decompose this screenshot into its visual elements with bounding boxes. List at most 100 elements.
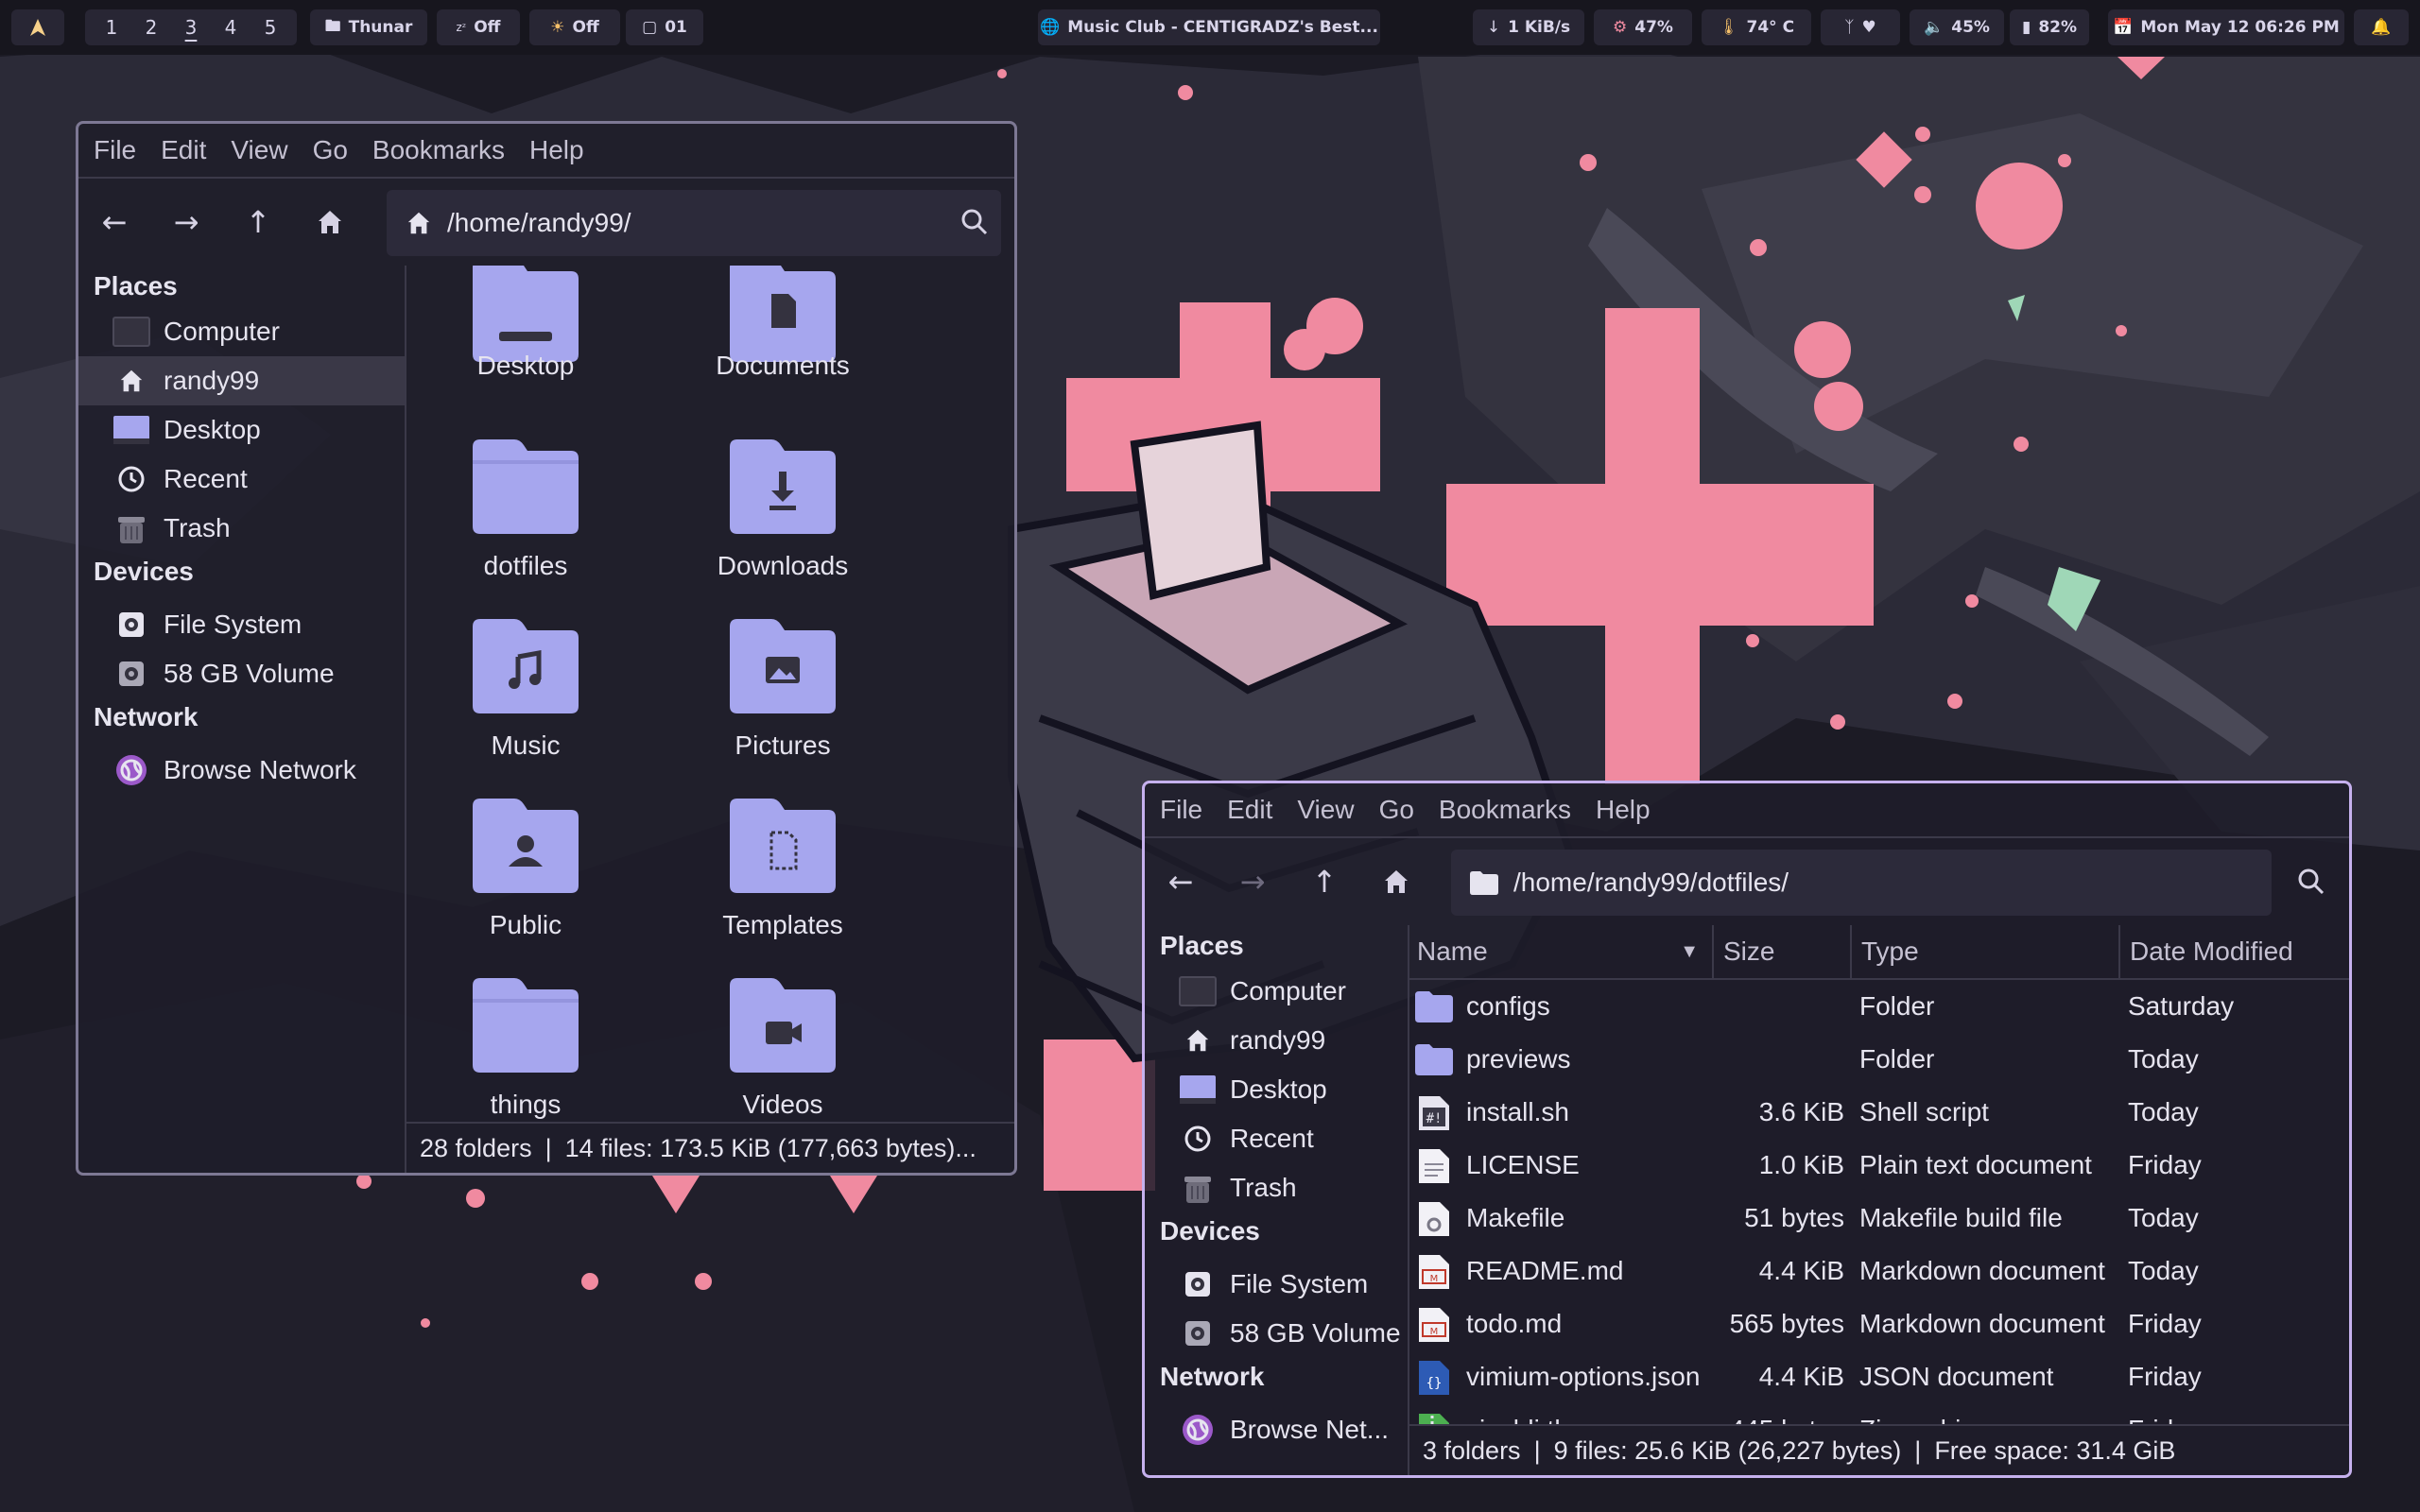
location-bar[interactable]: /home/randy99/: [387, 190, 1001, 256]
notifications-button[interactable]: 🔔: [2354, 9, 2409, 45]
battery[interactable]: ▮ 82%: [2010, 9, 2089, 45]
folder-item-things[interactable]: things: [405, 974, 654, 1122]
sidebar-item-randy99[interactable]: randy99: [1145, 1016, 1408, 1065]
arrow-left-icon: ←: [1167, 864, 1194, 900]
folder-pictures-icon: [730, 619, 836, 713]
table-row[interactable]: Mtodo.md 565 bytes Markdown document Fri…: [1408, 1297, 2349, 1350]
sidebar-item-recent[interactable]: Recent: [78, 455, 405, 504]
menu-help[interactable]: Help: [1596, 795, 1651, 825]
menu-go[interactable]: Go: [1379, 795, 1414, 825]
menu-bookmarks[interactable]: Bookmarks: [1439, 795, 1571, 825]
bluetooth-icon: ᛉ: [1844, 18, 1855, 37]
sidebar: Places Computer randy99 Desktop Recent T…: [1145, 925, 1409, 1475]
table-row[interactable]: vivaldi.theme 445 bytes Zip archive Frid…: [1408, 1403, 2349, 1424]
sidebar-item-58gb-volume[interactable]: 58 GB Volume: [1145, 1309, 1408, 1358]
counter-pill[interactable]: ▢ 01: [626, 9, 703, 45]
idle-inhibitor[interactable]: zᶻ Off: [437, 9, 520, 45]
sidebar-item-desktop[interactable]: Desktop: [78, 405, 405, 455]
row-date: Friday: [2128, 1362, 2202, 1391]
workspace-4[interactable]: 4: [211, 16, 251, 39]
sidebar-item-randy99[interactable]: randy99: [78, 356, 405, 405]
sidebar-item-trash[interactable]: Trash: [78, 504, 405, 553]
connectivity[interactable]: ᛉ ♥: [1821, 9, 1900, 45]
media-player[interactable]: 🌐 Music Club - CENTIGRADZ's Best...: [1038, 9, 1380, 45]
sidebar-item-recent[interactable]: Recent: [1145, 1114, 1408, 1163]
launcher-button[interactable]: [11, 9, 64, 45]
sidebar-item-desktop[interactable]: Desktop: [1145, 1065, 1408, 1114]
clock[interactable]: 📅 Mon May 12 06:26 PM: [2108, 9, 2344, 45]
sidebar-item-browse-network[interactable]: Browse Net...: [1145, 1405, 1408, 1454]
cube-icon: ▢: [642, 18, 658, 37]
column-header-date[interactable]: Date Modified: [2120, 925, 2349, 978]
sidebar-item-58gb-volume[interactable]: 58 GB Volume: [78, 649, 405, 698]
folder-item-dotfiles[interactable]: dotfiles: [405, 436, 654, 615]
menu-view[interactable]: View: [231, 135, 287, 165]
volume[interactable]: 🔈 45%: [1910, 9, 2004, 45]
folder-public-icon: [473, 799, 579, 893]
sidebar-item-browse-network[interactable]: Browse Network: [78, 746, 405, 795]
active-app-pill[interactable]: 🖿 Thunar: [310, 9, 427, 45]
up-button[interactable]: ↑: [222, 194, 294, 250]
workspace-2[interactable]: 2: [131, 16, 171, 39]
table-row[interactable]: #! install.sh 3.6 KiB Shell script Today: [1408, 1086, 2349, 1139]
search-button[interactable]: [946, 194, 1003, 250]
workspace-3[interactable]: 3: [171, 16, 211, 39]
nightlight-toggle[interactable]: ☀ Off: [529, 9, 620, 45]
menu-go[interactable]: Go: [313, 135, 348, 165]
sidebar-item-computer[interactable]: Computer: [1145, 967, 1408, 1016]
cpu-usage[interactable]: ⚙ 47%: [1594, 9, 1692, 45]
sidebar-item-trash[interactable]: Trash: [1145, 1163, 1408, 1212]
file-manager-window-dotfiles[interactable]: File Edit View Go Bookmarks Help ← → ↑ /…: [1142, 781, 2352, 1478]
folder-item-videos[interactable]: Videos: [654, 974, 911, 1122]
row-name: previews: [1466, 1044, 1571, 1074]
back-button[interactable]: ←: [1145, 853, 1217, 910]
menu-view[interactable]: View: [1297, 795, 1354, 825]
menu-edit[interactable]: Edit: [1227, 795, 1272, 825]
back-button[interactable]: ←: [78, 194, 150, 250]
table-row[interactable]: LICENSE 1.0 KiB Plain text document Frid…: [1408, 1139, 2349, 1192]
folder-item-pictures[interactable]: Pictures: [654, 615, 911, 795]
column-header-size[interactable]: Size: [1714, 925, 1852, 978]
status-files: 9 files: 25.6 KiB (26,227 bytes): [1553, 1435, 1902, 1465]
table-row[interactable]: {} vimium-options.json 4.4 KiB JSON docum…: [1408, 1350, 2349, 1403]
location-bar[interactable]: /home/randy99/dotfiles/: [1451, 850, 2272, 916]
column-header-type[interactable]: Type: [1852, 925, 2120, 978]
temperature[interactable]: 🌡 74° C: [1702, 9, 1811, 45]
sidebar-item-file-system[interactable]: File System: [1145, 1260, 1408, 1309]
forward-button[interactable]: →: [150, 194, 222, 250]
menu-bookmarks[interactable]: Bookmarks: [372, 135, 505, 165]
sidebar-item-file-system[interactable]: File System: [78, 600, 405, 649]
column-header-name[interactable]: Name ▼: [1408, 925, 1714, 978]
table-row[interactable]: previews Folder Today: [1408, 1033, 2349, 1086]
folder-item-desktop[interactable]: Desktop: [405, 266, 654, 436]
table-row[interactable]: configs Folder Saturday: [1408, 980, 2349, 1033]
row-type: Makefile build file: [1859, 1203, 2063, 1232]
up-button[interactable]: ↑: [1288, 853, 1360, 910]
menu-file[interactable]: File: [1160, 795, 1202, 825]
table-row[interactable]: M README.md 4.4 KiB Markdown document Tod…: [1408, 1245, 2349, 1297]
row-name: vivaldi.theme: [1466, 1415, 1620, 1424]
folder-item-documents[interactable]: Documents: [654, 266, 911, 436]
file-manager-window-home[interactable]: File Edit View Go Bookmarks Help ← → ↑ /…: [76, 121, 1017, 1176]
icon-view: Desktop Documents dotfiles Downloads Mus…: [405, 266, 1014, 1122]
home-button[interactable]: [1360, 853, 1432, 910]
folder-icon: [473, 978, 579, 1073]
menu-help[interactable]: Help: [529, 135, 584, 165]
network-speed[interactable]: ↓ 1 KiB/s: [1473, 9, 1584, 45]
folder-item-public[interactable]: Public: [405, 795, 654, 974]
folder-item-downloads[interactable]: Downloads: [654, 436, 911, 615]
workspace-5[interactable]: 5: [251, 16, 290, 39]
column-date-label: Date Modified: [2130, 936, 2293, 966]
makefile-icon: [1415, 1199, 1453, 1237]
sidebar-item-computer[interactable]: Computer: [78, 307, 405, 356]
menu-edit[interactable]: Edit: [161, 135, 206, 165]
table-row[interactable]: Makefile 51 bytes Makefile build file To…: [1408, 1192, 2349, 1245]
search-button[interactable]: [2283, 853, 2340, 910]
folder-item-music[interactable]: Music: [405, 615, 654, 795]
workspace-1[interactable]: 1: [92, 16, 131, 39]
sidebar-item-label: 58 GB Volume: [164, 659, 335, 688]
folder-item-templates[interactable]: Templates: [654, 795, 911, 974]
home-button[interactable]: [294, 194, 366, 250]
forward-button[interactable]: →: [1217, 853, 1288, 910]
menu-file[interactable]: File: [94, 135, 136, 165]
